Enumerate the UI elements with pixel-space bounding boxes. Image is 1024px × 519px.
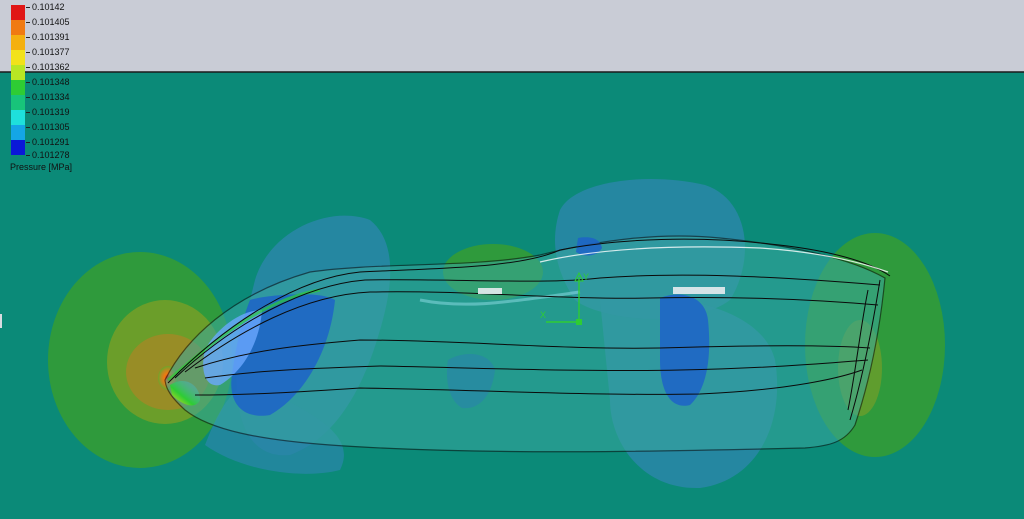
legend-swatch — [11, 95, 25, 110]
sky-background — [0, 0, 1024, 72]
legend-label: 0.101348 — [32, 77, 70, 87]
legend-label: 0.101405 — [32, 17, 70, 27]
pressure-legend: 0.10142 0.101405 0.101391 0.101377 0.101… — [8, 2, 88, 174]
legend-swatch — [11, 5, 25, 20]
legend-swatch — [11, 35, 25, 50]
legend-swatch — [11, 140, 25, 155]
legend-swatch — [11, 110, 25, 125]
legend-label: 0.101391 — [32, 32, 70, 42]
legend-label: 0.101305 — [32, 122, 70, 132]
legend-label: 0.101362 — [32, 62, 70, 72]
legend-title: Pressure [MPa] — [10, 162, 73, 172]
body-highlight-right — [673, 287, 725, 294]
body-highlight-left — [478, 288, 502, 294]
triad-x-label: X — [540, 310, 546, 320]
legend-label: 0.10142 — [32, 2, 65, 12]
triad-y-label: Y — [583, 272, 589, 282]
legend-swatch — [11, 50, 25, 65]
legend-label: 0.101319 — [32, 107, 70, 117]
legend-label: 0.101377 — [32, 47, 70, 57]
viewport-edge-marker — [0, 314, 2, 328]
legend-label: 0.101291 — [32, 137, 70, 147]
legend-label: 0.101278 — [32, 150, 70, 160]
legend-swatch — [11, 125, 25, 140]
legend-label: 0.101334 — [32, 92, 70, 102]
legend-swatch — [11, 20, 25, 35]
legend-swatch — [11, 65, 25, 80]
legend-swatch — [11, 80, 25, 95]
simulation-viewport[interactable]: Y X — [0, 0, 1024, 519]
